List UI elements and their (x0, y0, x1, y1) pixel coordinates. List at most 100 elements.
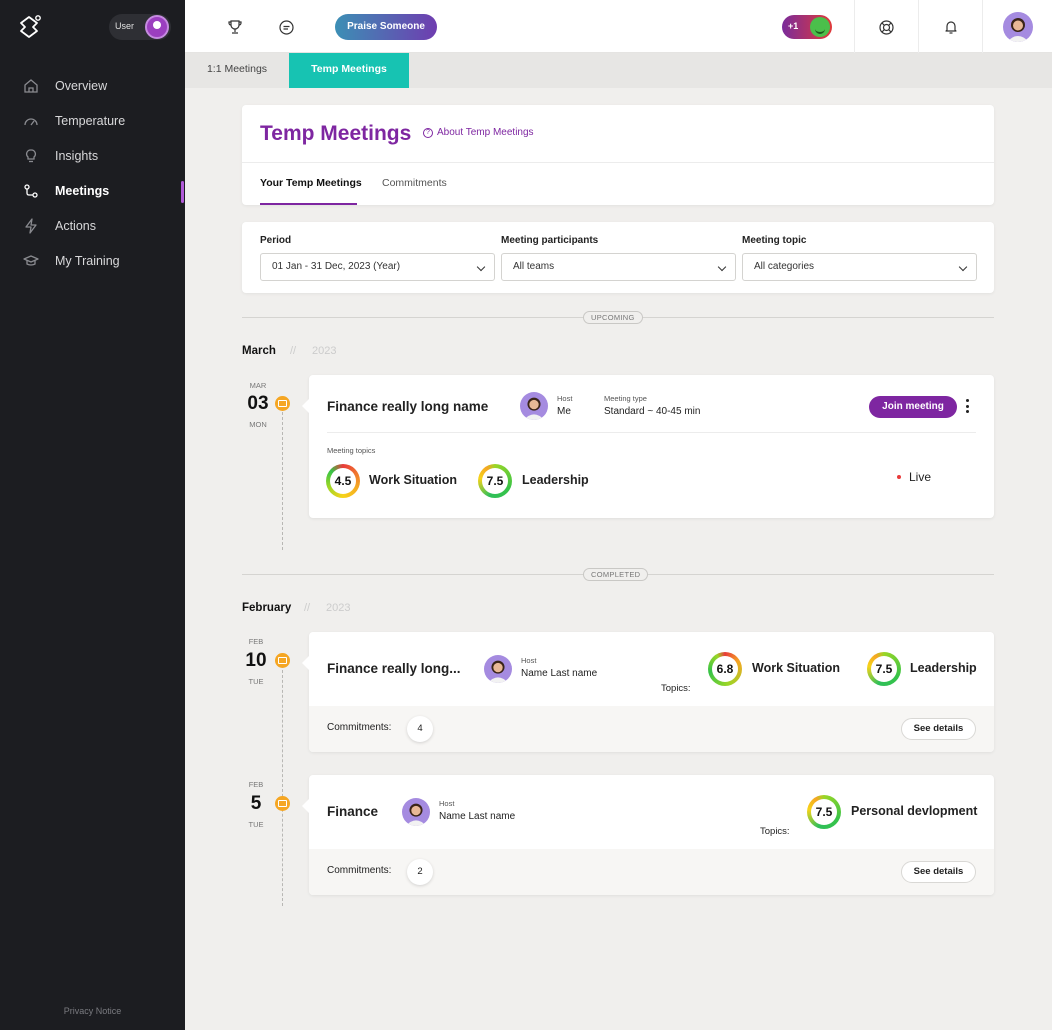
meetings-icon (24, 183, 38, 198)
topbar-divider (918, 0, 919, 53)
chevron-down-icon (717, 262, 727, 272)
active-tab-underline (260, 203, 357, 205)
date-day: 10 (245, 650, 267, 671)
commitments-label: Commitments: (327, 722, 392, 733)
chevron-down-icon (476, 262, 486, 272)
meeting-type-label: Meeting type (604, 394, 647, 403)
topic-score-ring: 4.5 (326, 464, 360, 498)
host-avatar (520, 392, 548, 420)
gauge-icon (24, 117, 38, 125)
more-options-icon[interactable] (965, 399, 969, 413)
host-label: Host (557, 394, 573, 403)
topics-label: Topics: (661, 683, 691, 694)
see-details-button[interactable]: See details (901, 861, 976, 883)
lightbulb-icon (26, 148, 36, 162)
card-footer: Commitments: 4 See details (309, 706, 994, 752)
meeting-chat-icon (275, 796, 290, 811)
app-logo-icon[interactable] (16, 14, 42, 40)
sidebar-item-meetings[interactable]: Meetings (0, 173, 185, 208)
bell-icon[interactable] (941, 17, 961, 37)
tab-one-on-one-meetings[interactable]: 1:1 Meetings (185, 53, 289, 88)
sidebar-item-my-training[interactable]: My Training (0, 243, 185, 278)
date-day: 03 (247, 393, 269, 414)
topic-score-ring: 7.5 (807, 795, 841, 829)
sidebar: User Overview Temperature Insights Meeti… (0, 0, 185, 1030)
praise-someone-button[interactable]: Praise Someone (335, 14, 437, 40)
completed-section-label: COMPLETED (583, 568, 649, 581)
topic-score-ring: 7.5 (867, 652, 901, 686)
date-month: FEB (248, 637, 264, 646)
status-text: Live (909, 470, 932, 484)
meeting-type-value: Standard ~ 40-45 min (604, 406, 701, 417)
sidebar-item-actions[interactable]: Actions (0, 208, 185, 243)
trophy-icon[interactable] (225, 17, 245, 37)
card-divider (327, 432, 976, 433)
period-select[interactable]: 01 Jan - 31 Dec, 2023 (Year) (260, 253, 495, 281)
sidebar-item-label: My Training (55, 253, 120, 268)
meeting-chat-icon (275, 396, 290, 411)
topic-score: 4.5 (330, 468, 356, 494)
participants-select[interactable]: All teams (501, 253, 736, 281)
meeting-title: Finance really long... (327, 661, 461, 676)
about-temp-meetings-link[interactable]: ? About Temp Meetings (423, 127, 534, 138)
live-status: Live (897, 470, 931, 484)
meeting-title: Finance (327, 804, 379, 819)
sidebar-item-temperature[interactable]: Temperature (0, 103, 185, 138)
host-label: Host (439, 799, 455, 808)
topic-score: 7.5 (811, 799, 837, 825)
commitments-label: Commitments: (327, 865, 392, 876)
date-weekday: TUE (248, 820, 264, 829)
plus-one-label: +1 (788, 21, 799, 31)
page-header-card: Temp Meetings ? About Temp Meetings Your… (242, 105, 994, 205)
topic-score: 7.5 (871, 656, 897, 682)
filters-card: Period 01 Jan - 31 Dec, 2023 (Year) Meet… (242, 222, 994, 293)
host-name: Name Last name (521, 668, 598, 679)
participants-value: All teams (513, 261, 555, 272)
tab-temp-meetings[interactable]: Temp Meetings (289, 53, 409, 88)
sidebar-item-label: Actions (55, 218, 96, 233)
month-heading: February (242, 602, 292, 614)
see-details-button[interactable]: See details (901, 718, 976, 740)
meeting-chat-icon (275, 653, 290, 668)
sidebar-item-overview[interactable]: Overview (0, 68, 185, 103)
upcoming-section-label: UPCOMING (583, 311, 643, 324)
host-avatar (484, 655, 512, 683)
sidebar-item-insights[interactable]: Insights (0, 138, 185, 173)
topic-name: Work Situation (752, 661, 840, 675)
topic-value: All categories (754, 261, 815, 272)
smiley-face-icon (810, 17, 830, 37)
card-footer: Commitments: 2 See details (309, 849, 994, 895)
sidebar-nav: Overview Temperature Insights Meetings A… (0, 68, 185, 278)
meeting-card-completed[interactable]: Finance Host Name Last name Topics: 7.5 … (302, 775, 994, 895)
meeting-type-tabs: 1:1 Meetings Temp Meetings (185, 53, 1052, 88)
topic-name: Work Situation (369, 473, 457, 487)
join-meeting-button[interactable]: Join meeting (869, 396, 957, 418)
lightning-icon (25, 217, 37, 234)
meeting-card-completed[interactable]: Finance really long... Host Name Last na… (302, 632, 994, 752)
topic-name: Leadership (910, 661, 977, 675)
month-heading: March (242, 345, 276, 357)
privacy-notice-link[interactable]: Privacy Notice (0, 1006, 185, 1016)
meeting-topics-label: Meeting topics (327, 446, 376, 455)
lifebuoy-icon[interactable] (876, 17, 896, 37)
tab-your-temp-meetings[interactable]: Your Temp Meetings (260, 177, 362, 189)
sidebar-item-label: Meetings (55, 183, 110, 198)
participants-label: Meeting participants (501, 235, 599, 246)
period-value: 01 Jan - 31 Dec, 2023 (Year) (272, 261, 401, 272)
commitments-count-badge: 2 (407, 859, 433, 885)
timeline-line (282, 412, 283, 550)
timeline-line (282, 670, 283, 906)
profile-avatar[interactable] (1003, 12, 1033, 42)
chat-icon[interactable] (276, 17, 296, 37)
date-weekday: MON (249, 420, 267, 429)
tab-commitments[interactable]: Commitments (382, 177, 447, 189)
host-name: Name Last name (439, 811, 516, 822)
topic-select[interactable]: All categories (742, 253, 977, 281)
user-menu[interactable]: User (109, 14, 171, 40)
graduation-cap-icon (23, 254, 39, 266)
topic-score-ring: 7.5 (478, 464, 512, 498)
topic-score: 7.5 (482, 468, 508, 494)
mood-plus-one-badge[interactable]: +1 (782, 15, 832, 39)
meeting-card-upcoming[interactable]: Finance really long name Host Me Meeting… (302, 375, 994, 518)
topbar-divider (982, 0, 983, 53)
